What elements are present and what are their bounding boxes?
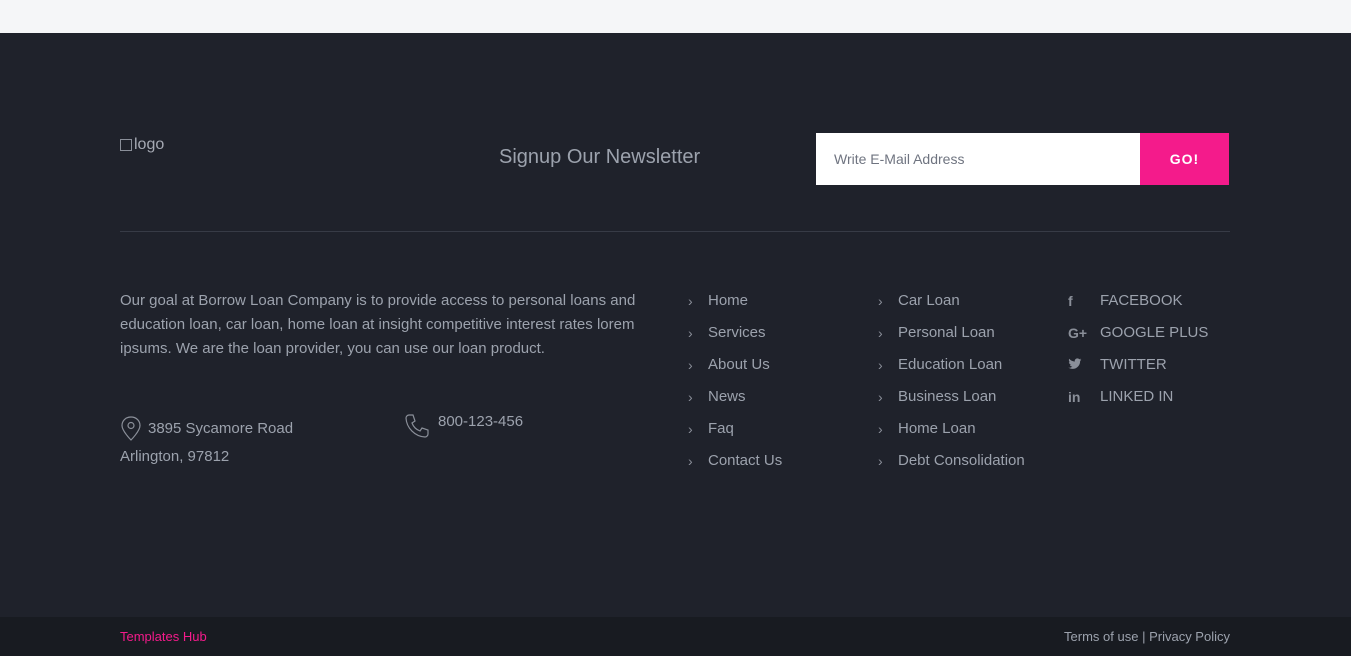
brand-link[interactable]: Templates Hub	[120, 629, 207, 644]
chevron-right-icon: ›	[688, 325, 693, 341]
footer-link-news[interactable]: › News	[688, 385, 782, 409]
map-pin-icon	[121, 416, 141, 441]
logo-alt-text: logo	[134, 136, 165, 153]
footer-link-faq[interactable]: › Faq	[688, 417, 782, 441]
social-link-google-plus[interactable]: G+ GOOGLE PLUS	[1068, 321, 1208, 345]
legal-separator: |	[1142, 629, 1146, 644]
about-text: Our goal at Borrow Loan Company is to pr…	[120, 292, 636, 357]
twitter-icon	[1068, 353, 1100, 377]
chevron-right-icon: ›	[688, 421, 693, 437]
chevron-right-icon: ›	[878, 357, 883, 373]
newsletter-title: Signup Our Newsletter	[499, 146, 701, 168]
address-line1: 3895 Sycamore Road	[148, 420, 294, 437]
footer-link-personal-loan[interactable]: › Personal Loan	[878, 321, 1048, 345]
logo[interactable]: logo	[120, 136, 164, 154]
address-line2: Arlington, 97812	[120, 448, 230, 465]
phone-icon	[405, 414, 429, 438]
footer: logo Signup Our Newsletter GO! Our goal …	[0, 33, 1351, 617]
footer-link-home[interactable]: › Home	[688, 289, 782, 313]
google-plus-icon: G+	[1068, 325, 1088, 341]
social-links: f FACEBOOK G+ GOOGLE PLUS TWITTER in LINKED…	[1068, 289, 1208, 417]
go-button[interactable]: GO!	[1140, 133, 1229, 185]
top-strip	[0, 0, 1351, 33]
terms-link[interactable]: Terms of use	[1064, 629, 1138, 644]
broken-image-icon	[120, 139, 132, 151]
social-link-twitter[interactable]: TWITTER	[1068, 353, 1208, 377]
chevron-right-icon: ›	[688, 389, 693, 405]
chevron-right-icon: ›	[688, 357, 693, 373]
footer-link-education-loan[interactable]: › Education Loan	[878, 353, 1048, 377]
phone[interactable]: 800-123-456	[404, 413, 523, 439]
social-link-linkedin[interactable]: in LINKED IN	[1068, 385, 1208, 409]
chevron-right-icon: ›	[878, 421, 883, 437]
chevron-right-icon: ›	[878, 293, 883, 309]
footer-link-car-loan[interactable]: › Car Loan	[878, 289, 1048, 313]
footer-link-debt-consolidation[interactable]: › Debt Consolidation	[878, 449, 1048, 473]
legal-links: Terms of use | Privacy Policy	[1064, 629, 1230, 644]
chevron-right-icon: ›	[688, 453, 693, 469]
loan-links: › Car Loan › Personal Loan › Education Loan…	[878, 289, 1048, 481]
facebook-icon: f	[1068, 293, 1073, 309]
footer-link-services[interactable]: › Services	[688, 321, 782, 345]
linkedin-icon: in	[1068, 389, 1081, 405]
phone-number: 800-123-456	[438, 413, 524, 430]
footer-link-about-us[interactable]: › About Us	[688, 353, 782, 377]
bottom-bar: Templates Hub Terms of use | Privacy Pol…	[0, 617, 1351, 656]
address: 3895 Sycamore Road Arlington, 97812	[120, 415, 293, 471]
footer-link-contact-us[interactable]: › Contact Us	[688, 449, 782, 473]
chevron-right-icon: ›	[688, 293, 693, 309]
chevron-right-icon: ›	[878, 389, 883, 405]
main-links: › Home › Services › About Us › News › Faq › Co…	[688, 289, 782, 481]
privacy-link[interactable]: Privacy Policy	[1149, 629, 1230, 644]
footer-link-business-loan[interactable]: › Business Loan	[878, 385, 1048, 409]
social-link-facebook[interactable]: f FACEBOOK	[1068, 289, 1208, 313]
footer-link-home-loan[interactable]: › Home Loan	[878, 417, 1048, 441]
chevron-right-icon: ›	[878, 325, 883, 341]
email-input[interactable]	[816, 133, 1141, 185]
divider	[120, 231, 1230, 232]
chevron-right-icon: ›	[878, 453, 883, 469]
